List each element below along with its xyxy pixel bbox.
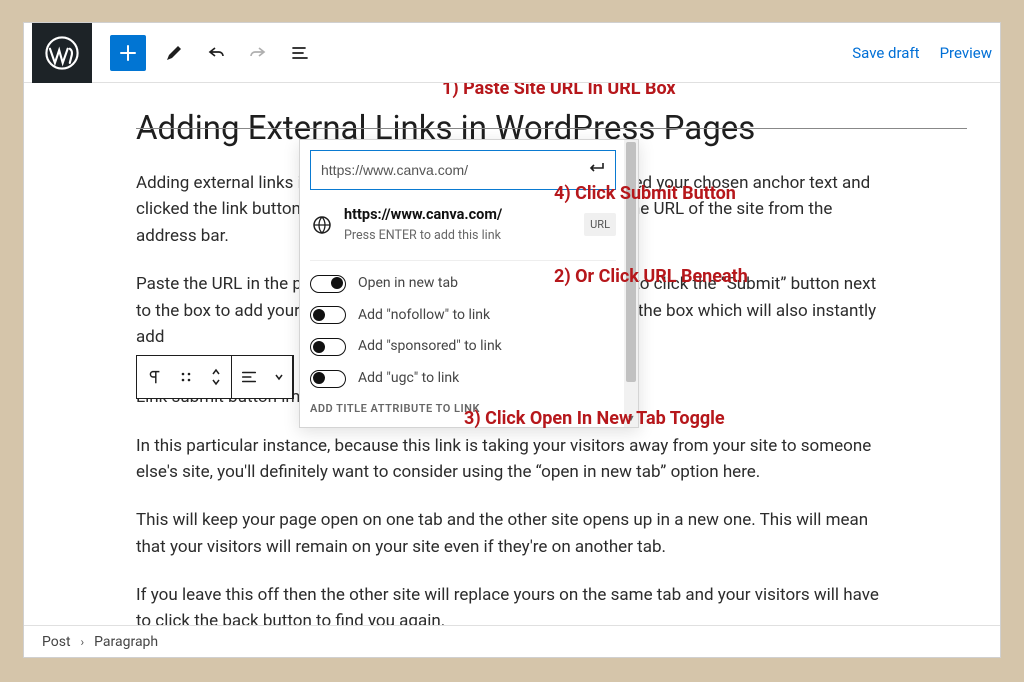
plus-icon (118, 43, 138, 63)
align-dropdown[interactable] (266, 356, 292, 398)
toggle-label: Open in new tab (358, 273, 458, 295)
block-type-button[interactable] (137, 356, 171, 398)
redo-icon (248, 43, 268, 63)
breadcrumb: Post › Paragraph (24, 625, 1000, 657)
align-icon (240, 368, 258, 386)
link-option-toggle[interactable]: Add "ugc" to link (310, 368, 616, 390)
annotation-3: 3) Click Open In New Tab Toggle (464, 405, 725, 433)
annotation-2: 2) Or Click URL Beneath (554, 263, 748, 291)
annotation-1: 1) Paste Site URL In URL Box (442, 83, 676, 103)
drag-icon (179, 370, 193, 384)
paragraph[interactable]: This will keep your page open on one tab… (136, 507, 888, 560)
pencil-icon (164, 43, 184, 63)
outline-button[interactable] (288, 41, 312, 65)
wordpress-logo[interactable] (32, 23, 92, 83)
chevron-right-icon: › (81, 635, 85, 649)
align-button[interactable] (232, 356, 266, 398)
globe-icon (310, 213, 334, 237)
suggestion-url: https://www.canva.com/ (344, 204, 576, 226)
enter-icon (587, 161, 605, 175)
toggle-label: Add "sponsored" to link (358, 336, 502, 358)
paragraph[interactable]: If you leave this off then the other sit… (136, 582, 888, 625)
editor-frame: Save draft Preview Adding External Links… (23, 22, 1001, 658)
list-icon (290, 43, 310, 63)
chevrons-icon (209, 367, 223, 387)
preview-link[interactable]: Preview (940, 44, 992, 62)
toggle-label: Add "nofollow" to link (358, 305, 490, 327)
url-input[interactable] (321, 162, 579, 178)
top-toolbar: Save draft Preview (24, 23, 1000, 83)
undo-button[interactable] (204, 41, 228, 65)
toggle-label: Add "ugc" to link (358, 368, 459, 390)
url-badge: URL (584, 213, 616, 236)
block-toolbar (136, 355, 294, 399)
suggestion-hint: Press ENTER to add this link (344, 226, 576, 245)
editor-content: Adding External Links in WordPress Pages… (24, 83, 1000, 625)
redo-button[interactable] (246, 41, 270, 65)
heading-rule (136, 128, 967, 129)
url-suggestion[interactable]: https://www.canva.com/ Press ENTER to ad… (310, 204, 616, 261)
breadcrumb-item[interactable]: Post (42, 634, 71, 650)
edit-tool-button[interactable] (162, 41, 186, 65)
undo-icon (206, 43, 226, 63)
link-option-toggle[interactable]: Add "sponsored" to link (310, 336, 616, 358)
chevron-down-icon (274, 372, 284, 382)
link-option-toggle[interactable]: Add "nofollow" to link (310, 305, 616, 327)
scroll-thumb[interactable] (626, 142, 636, 382)
toggle-switch[interactable] (310, 370, 346, 388)
move-up-down[interactable] (201, 356, 231, 398)
wordpress-icon (45, 36, 79, 70)
drag-handle[interactable] (171, 356, 201, 398)
add-block-button[interactable] (110, 35, 146, 71)
toggle-switch[interactable] (310, 306, 346, 324)
toggle-switch[interactable] (310, 338, 346, 356)
save-draft-link[interactable]: Save draft (852, 44, 919, 62)
paragraph[interactable]: In this particular instance, because thi… (136, 433, 888, 486)
pilcrow-icon (145, 368, 163, 386)
toggle-switch[interactable] (310, 275, 346, 293)
annotation-4: 4) Click Submit Button (554, 180, 736, 208)
breadcrumb-item[interactable]: Paragraph (94, 634, 158, 650)
